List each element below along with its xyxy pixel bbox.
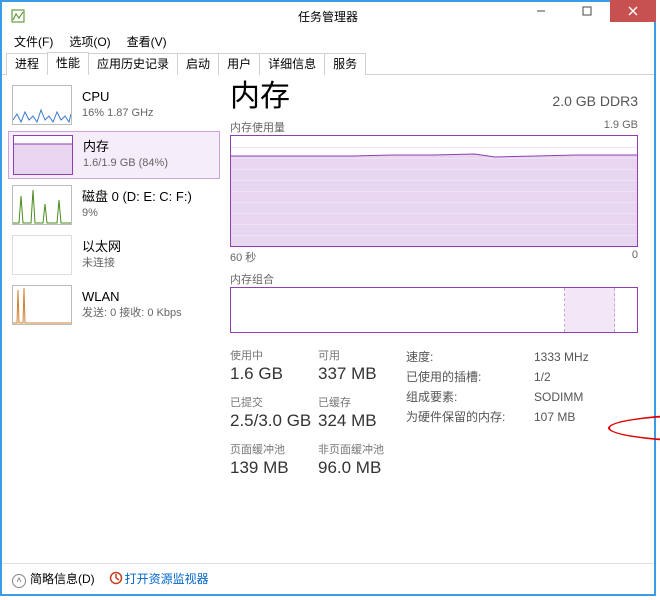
stat-paged: 页面缓冲池 139 MB xyxy=(230,441,318,478)
stat-committed: 已提交 2.5/3.0 GB xyxy=(230,394,318,431)
sidebar-item-label: 磁盘 0 (D: E: C: F:) xyxy=(82,189,192,205)
menu-file[interactable]: 文件(F) xyxy=(8,31,59,52)
menu-view[interactable]: 查看(V) xyxy=(121,31,173,52)
menu-options[interactable]: 选项(O) xyxy=(63,31,116,52)
page-title: 内存 xyxy=(230,71,290,115)
chevron-up-icon: ˄ xyxy=(12,574,26,588)
sidebar-item-sub: 1.6/1.9 GB (84%) xyxy=(83,155,168,171)
sidebar-item-label: CPU xyxy=(82,89,154,105)
ethernet-thumb-icon xyxy=(12,235,72,275)
usage-chart-header: 内存使用量 1.9 GB xyxy=(230,119,638,135)
titlebar: 任务管理器 xyxy=(2,2,654,30)
xaxis-right: 0 xyxy=(632,249,638,265)
fewer-details-link[interactable]: ˄简略信息(D) xyxy=(12,570,95,588)
minimize-button[interactable] xyxy=(518,0,564,22)
stats-left: 使用中 1.6 GB 可用 337 MB 已提交 2.5/3.0 GB 已缓存 … xyxy=(230,347,406,488)
maximize-button[interactable] xyxy=(564,0,610,22)
stat-formfactor: 组成要素:SODIMM xyxy=(406,387,638,407)
sidebar-item-sub: 9% xyxy=(82,205,192,221)
cpu-thumb-icon xyxy=(12,85,72,125)
stat-hwreserved: 为硬件保留的内存:107 MB xyxy=(406,407,638,427)
usage-label: 内存使用量 xyxy=(230,119,285,135)
memory-usage-chart xyxy=(230,135,638,247)
xaxis-left: 60 秒 xyxy=(230,249,256,265)
memory-spec: 2.0 GB DDR3 xyxy=(552,93,638,109)
stat-cached: 已缓存 324 MB xyxy=(318,394,406,431)
open-resmon-link[interactable]: 打开资源监视器 xyxy=(109,570,209,588)
sidebar-item-sub: 16% 1.87 GHz xyxy=(82,105,154,121)
stat-nonpaged: 非页面缓冲池 96.0 MB xyxy=(318,441,406,478)
tab-startup[interactable]: 启动 xyxy=(177,53,219,75)
tab-app-history[interactable]: 应用历史记录 xyxy=(88,53,178,75)
sidebar: CPU 16% 1.87 GHz 内存 1.6/1.9 GB (84%) xyxy=(2,75,220,563)
memory-thumb-icon xyxy=(13,135,73,175)
sidebar-item-cpu[interactable]: CPU 16% 1.87 GHz xyxy=(8,81,220,129)
sidebar-item-label: 以太网 xyxy=(82,239,121,255)
sidebar-item-disk[interactable]: 磁盘 0 (D: E: C: F:) 9% xyxy=(8,181,220,229)
sidebar-item-memory[interactable]: 内存 1.6/1.9 GB (84%) xyxy=(8,131,220,179)
memory-composition-chart xyxy=(230,287,638,333)
composition-label-row: 内存组合 xyxy=(230,271,638,287)
sidebar-item-label: 内存 xyxy=(83,139,168,155)
resmon-icon xyxy=(109,571,123,588)
chart-xaxis: 60 秒 0 xyxy=(230,249,638,265)
stat-inuse: 使用中 1.6 GB xyxy=(230,347,318,384)
main-panel: 内存 2.0 GB DDR3 内存使用量 1.9 GB xyxy=(220,75,654,563)
sidebar-item-sub: 发送: 0 接收: 0 Kbps xyxy=(82,305,182,321)
stat-speed: 速度:1333 MHz xyxy=(406,347,638,367)
footer: ˄简略信息(D) 打开资源监视器 xyxy=(2,563,654,594)
menubar: 文件(F) 选项(O) 查看(V) xyxy=(2,30,654,52)
stat-available: 可用 337 MB xyxy=(318,347,406,384)
sidebar-item-sub: 未连接 xyxy=(82,255,121,271)
close-button[interactable] xyxy=(610,0,656,22)
sidebar-item-wlan[interactable]: WLAN 发送: 0 接收: 0 Kbps xyxy=(8,281,220,329)
disk-thumb-icon xyxy=(12,185,72,225)
sidebar-item-label: WLAN xyxy=(82,289,182,305)
sidebar-item-ethernet[interactable]: 以太网 未连接 xyxy=(8,231,220,279)
tab-performance[interactable]: 性能 xyxy=(47,52,89,75)
stats-right: 速度:1333 MHz 已使用的插槽:1/2 组成要素:SODIMM 为硬件保留… xyxy=(406,347,638,488)
task-manager-window: 任务管理器 文件(F) 选项(O) 查看(V) 进程 性能 应用历史记录 启动 … xyxy=(0,0,656,596)
body: CPU 16% 1.87 GHz 内存 1.6/1.9 GB (84%) xyxy=(2,75,654,563)
usage-max: 1.9 GB xyxy=(604,119,638,135)
stats-block: 使用中 1.6 GB 可用 337 MB 已提交 2.5/3.0 GB 已缓存 … xyxy=(230,347,638,488)
window-controls xyxy=(518,0,656,22)
stat-slots: 已使用的插槽:1/2 xyxy=(406,367,638,387)
main-header: 内存 2.0 GB DDR3 xyxy=(230,71,638,115)
wlan-thumb-icon xyxy=(12,285,72,325)
composition-label: 内存组合 xyxy=(230,271,274,287)
tab-processes[interactable]: 进程 xyxy=(6,53,48,75)
